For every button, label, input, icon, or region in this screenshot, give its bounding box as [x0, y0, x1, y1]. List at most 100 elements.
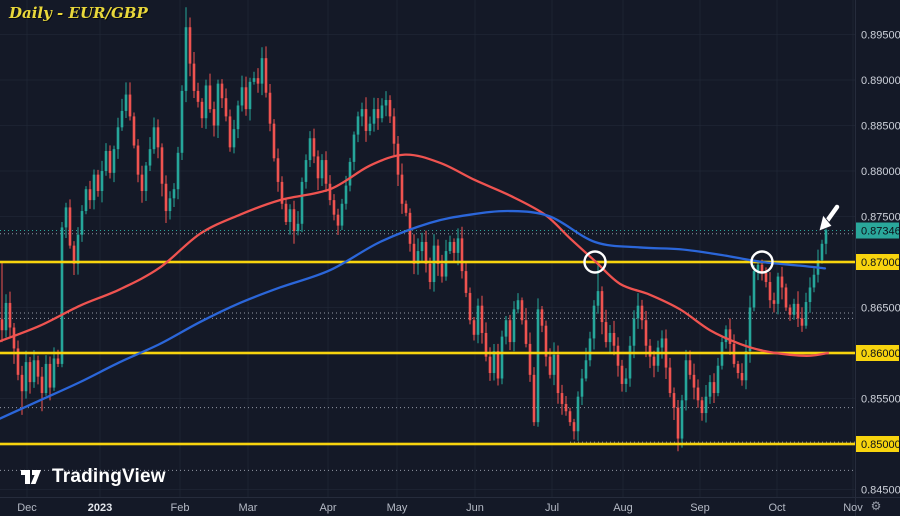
candle-body [40, 376, 44, 394]
candle-body [244, 87, 248, 110]
candle-body [632, 318, 636, 346]
candle-body [168, 198, 172, 212]
candle-body [96, 174, 100, 192]
candle-body [592, 305, 596, 339]
candle-body [792, 303, 796, 315]
candle-body [136, 145, 140, 175]
price-axis-label: 0.89000 [861, 75, 900, 87]
candle-body [384, 100, 388, 106]
candle-body [508, 320, 512, 343]
candle-body [784, 287, 788, 308]
price-axis-label: 0.87500 [861, 212, 900, 224]
candle-body [364, 109, 368, 131]
candle-body [568, 411, 572, 423]
candle-body [56, 358, 60, 364]
candle-body [188, 27, 192, 64]
candle-body [196, 90, 200, 102]
candle-body [496, 351, 500, 379]
candle-body [240, 87, 244, 106]
price-chart-plot[interactable]: 0.89500 0.89000 0.88500 0.88000 0.87500 0.865… [0, 0, 900, 516]
candle-body [264, 58, 268, 93]
candle-body [84, 189, 88, 212]
candle-body [584, 360, 588, 379]
candle-body [60, 227, 64, 364]
candle-body [76, 234, 80, 264]
candle-body [588, 338, 592, 361]
candle-body [456, 238, 460, 253]
candle-body [320, 160, 324, 179]
candle-body [348, 161, 352, 186]
candle-body [24, 362, 28, 392]
candle-body [532, 374, 536, 423]
candle-body [108, 150, 112, 173]
candle-body [764, 272, 768, 283]
candle-body [92, 174, 96, 201]
gear-icon: ⚙ [870, 499, 882, 513]
candle-body [368, 123, 372, 131]
candle-body [392, 116, 396, 144]
candle-body [480, 305, 484, 333]
candle-body [268, 92, 272, 124]
candle-body [352, 134, 356, 162]
candle-body [520, 300, 524, 321]
candle-body [100, 171, 104, 192]
candle-body [304, 160, 308, 182]
candle-body [800, 318, 804, 326]
candle-body [696, 387, 700, 401]
candle-body [736, 363, 740, 374]
time-axis-label: Aug [613, 502, 633, 514]
candle-body [648, 345, 652, 357]
candle-body [548, 356, 552, 375]
axis-settings-button[interactable]: ⚙ [862, 499, 890, 513]
candle-body [360, 109, 364, 117]
candle-body [604, 322, 608, 343]
candle-body [472, 320, 476, 335]
candle-body [656, 347, 660, 366]
candle-body [36, 360, 40, 377]
candle-body [500, 336, 504, 379]
candle-body [336, 214, 340, 226]
candle-body [172, 189, 176, 199]
candle-body [52, 358, 56, 388]
time-axis-label: Dec [17, 502, 37, 514]
chart-background[interactable] [0, 0, 900, 516]
candle-body [804, 302, 808, 326]
candle-body [208, 85, 212, 110]
candle-body [556, 354, 560, 394]
candle-body [468, 292, 472, 321]
candle-body [688, 360, 692, 375]
candle-body [528, 343, 532, 375]
candle-body [728, 329, 732, 344]
candle-body [748, 307, 752, 352]
price-axis-label: 0.86500 [861, 303, 900, 315]
candle-body [228, 116, 232, 148]
candle-body [776, 276, 780, 304]
time-axis-label: 2023 [88, 502, 112, 514]
candle-body [628, 345, 632, 379]
price-axis-label: 0.88000 [861, 166, 900, 178]
yellow-level-line [0, 442, 855, 446]
candle-body [12, 327, 16, 349]
chart-title: Daily - EUR/GBP [9, 4, 148, 22]
price-axis-label: 0.89500 [861, 30, 900, 42]
candle-body [676, 407, 680, 439]
time-axis-label: Sep [690, 502, 710, 514]
candle-body [716, 365, 720, 394]
candle-body [712, 382, 716, 394]
candle-body [128, 94, 132, 117]
candle-body [156, 127, 160, 148]
candle-body [180, 90, 184, 153]
candle-body [256, 78, 260, 84]
candle-body [380, 105, 384, 119]
candle-body [276, 158, 280, 182]
candle-body [668, 367, 672, 394]
candle-body [536, 309, 540, 423]
tradingview-watermark[interactable]: TradingView [20, 466, 166, 488]
candle-body [120, 110, 124, 128]
candle-body [684, 360, 688, 401]
tradingview-chart-window: 0.89500 0.89000 0.88500 0.88000 0.87500 0.865… [0, 0, 900, 516]
candle-body [396, 143, 400, 175]
candle-body [32, 360, 36, 383]
candle-body [224, 98, 228, 117]
candle-body [608, 332, 612, 343]
